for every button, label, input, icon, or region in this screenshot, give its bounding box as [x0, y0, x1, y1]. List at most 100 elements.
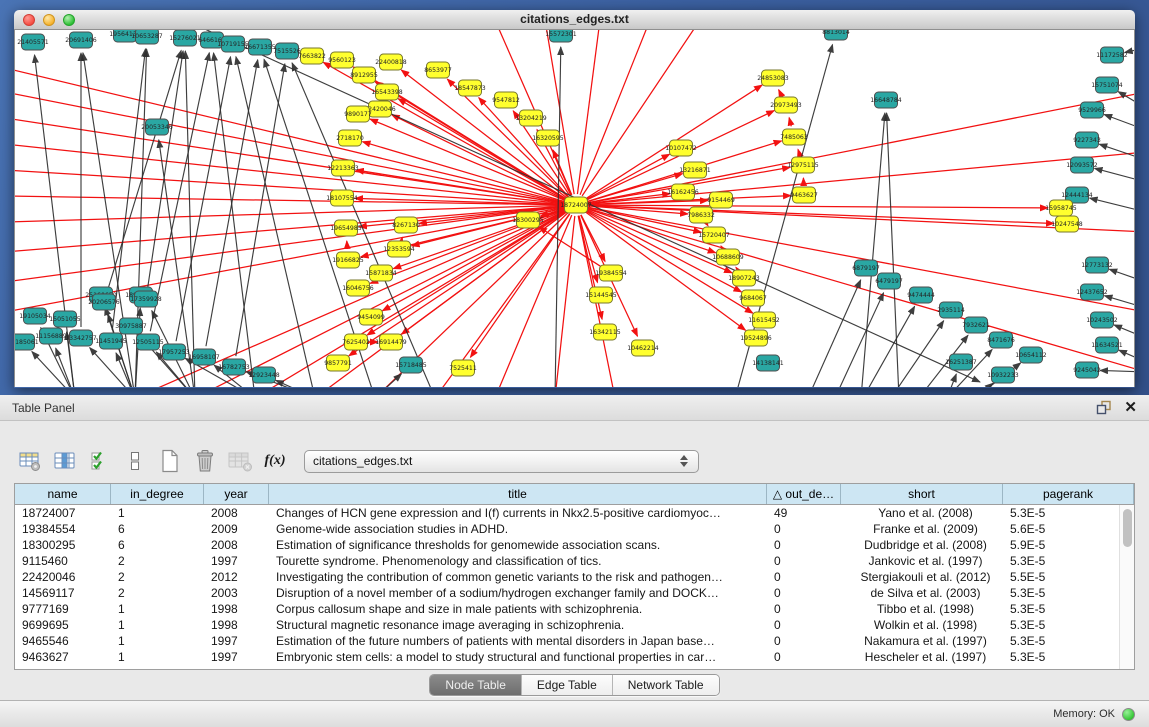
table-source-select[interactable]: citations_edges.txt: [304, 450, 699, 473]
graph-node[interactable]: 30975887: [115, 318, 147, 334]
graph-node[interactable]: 17957253: [158, 344, 190, 360]
table-cell-name[interactable]: 9465546: [15, 633, 111, 649]
graph-node[interactable]: 8813014: [822, 30, 850, 40]
table-cell-year[interactable]: 1997: [204, 553, 269, 569]
graph-node[interactable]: 7515526: [273, 43, 301, 59]
graph-node[interactable]: 12093572: [1066, 157, 1098, 173]
graph-node[interactable]: 10247548: [1051, 216, 1083, 232]
graph-node[interactable]: 9560123: [328, 52, 356, 68]
table-cell-out_degree[interactable]: 0: [767, 585, 841, 601]
table-cell-pagerank[interactable]: 5.3E-5: [1003, 601, 1119, 617]
graph-node[interactable]: 25185061: [15, 334, 39, 350]
table-cell-in_degree[interactable]: 1: [111, 617, 204, 633]
graph-node[interactable]: 15276021: [169, 30, 201, 46]
window-titlebar[interactable]: citations_edges.txt: [14, 10, 1135, 30]
table-cell-name[interactable]: 18300295: [15, 537, 111, 553]
table-cell-name[interactable]: 22420046: [15, 569, 111, 585]
graph-node[interactable]: 2935114: [937, 302, 965, 318]
graph-node[interactable]: 20053346: [141, 119, 173, 135]
table-cell-pagerank[interactable]: 5.3E-5: [1003, 585, 1119, 601]
column-select-checks-icon[interactable]: [86, 446, 114, 476]
table-cell-name[interactable]: 18724007: [15, 505, 111, 521]
table-cell-year[interactable]: 1998: [204, 617, 269, 633]
graph-node[interactable]: 9154469: [707, 192, 735, 208]
graph-node[interactable]: 10243502: [1086, 312, 1118, 328]
table-options-icon[interactable]: [16, 446, 44, 476]
graph-node[interactable]: 11615452: [748, 312, 780, 328]
table-row[interactable]: 1938455462009Genome-wide association stu…: [15, 521, 1119, 537]
table-cell-out_degree[interactable]: 0: [767, 649, 841, 665]
table-row[interactable]: 969969511998Structural magnetic resonanc…: [15, 617, 1119, 633]
table-cell-out_degree[interactable]: 0: [767, 633, 841, 649]
table-cell-title[interactable]: Embryonic stem cells: a model to study s…: [269, 649, 767, 665]
graph-node[interactable]: 20691406: [65, 32, 97, 48]
table-row[interactable]: 946362711997Embryonic stem cells: a mode…: [15, 649, 1119, 665]
column-header-out_degree[interactable]: △ out_de…: [767, 484, 841, 504]
window-zoom-button[interactable]: [63, 14, 75, 26]
table-cell-name[interactable]: 9699695: [15, 617, 111, 633]
graph-node[interactable]: 9463627: [790, 187, 818, 203]
table-cell-out_degree[interactable]: 49: [767, 505, 841, 521]
table-cell-title[interactable]: Estimation of the future numbers of pati…: [269, 633, 767, 649]
graph-node[interactable]: 16782753: [218, 359, 250, 375]
table-cell-out_degree[interactable]: 0: [767, 553, 841, 569]
table-row[interactable]: 1872400712008Changes of HCN gene express…: [15, 505, 1119, 521]
table-cell-title[interactable]: Estimation of significance thresholds fo…: [269, 537, 767, 553]
graph-node[interactable]: 15718485: [395, 357, 427, 373]
column-header-name[interactable]: name: [15, 484, 111, 504]
graph-node[interactable]: 16648784: [870, 92, 902, 108]
graph-node[interactable]: 15958745: [1045, 200, 1077, 216]
table-cell-title[interactable]: Structural magnetic resonance image aver…: [269, 617, 767, 633]
graph-node[interactable]: 12505115: [132, 334, 164, 350]
table-cell-year[interactable]: 2008: [204, 537, 269, 553]
table-cell-year[interactable]: 2009: [204, 521, 269, 537]
graph-node[interactable]: 10462214: [627, 340, 659, 356]
graph-node[interactable]: 15720407: [698, 227, 730, 243]
network-window[interactable]: citations_edges.txt 21405571206914061956…: [14, 10, 1135, 388]
row-mode-icon[interactable]: [121, 446, 149, 476]
graph-node[interactable]: 9245042: [1073, 362, 1101, 378]
graph-node[interactable]: 19166825: [332, 252, 364, 268]
graph-node[interactable]: 19384554: [595, 265, 627, 281]
graph-node[interactable]: 11172582: [1096, 47, 1128, 63]
close-panel-icon[interactable]: ✕: [1124, 400, 1137, 415]
table-cell-pagerank[interactable]: 5.3E-5: [1003, 633, 1119, 649]
graph-node[interactable]: 12923448: [248, 367, 280, 383]
table-cell-pagerank[interactable]: 5.3E-5: [1003, 505, 1119, 521]
graph-node[interactable]: 10654112: [1015, 347, 1047, 363]
graph-node[interactable]: 11451945: [95, 333, 127, 349]
table-cell-year[interactable]: 1997: [204, 633, 269, 649]
graph-node[interactable]: 15751074: [1091, 77, 1123, 93]
table-cell-name[interactable]: 19384554: [15, 521, 111, 537]
table-cell-pagerank[interactable]: 5.9E-5: [1003, 537, 1119, 553]
graph-node[interactable]: 22400818: [375, 54, 407, 70]
table-cell-name[interactable]: 9115460: [15, 553, 111, 569]
table-cell-short[interactable]: Tibbo et al. (1998): [841, 601, 1003, 617]
graph-node[interactable]: 12773132: [1081, 257, 1113, 273]
table-row[interactable]: 911546021997Tourette syndrome. Phenomeno…: [15, 553, 1119, 569]
graph-node[interactable]: 15051055: [49, 311, 81, 327]
table-cell-title[interactable]: Changes of HCN gene expression and I(f) …: [269, 505, 767, 521]
column-header-in_degree[interactable]: in_degree: [111, 484, 204, 504]
graph-node[interactable]: 20973493: [770, 97, 802, 113]
table-cell-short[interactable]: Dudbridge et al. (2008): [841, 537, 1003, 553]
tab-edge-table[interactable]: Edge Table: [522, 675, 613, 695]
graph-node[interactable]: 12975115: [787, 157, 819, 173]
table-cell-in_degree[interactable]: 1: [111, 633, 204, 649]
graph-node[interactable]: 16162456: [667, 184, 699, 200]
table-cell-short[interactable]: Hescheler et al. (1997): [841, 649, 1003, 665]
graph-node[interactable]: 16671355: [244, 39, 276, 55]
table-cell-name[interactable]: 9777169: [15, 601, 111, 617]
table-cell-in_degree[interactable]: 1: [111, 505, 204, 521]
table-cell-in_degree[interactable]: 2: [111, 569, 204, 585]
window-close-button[interactable]: [23, 14, 35, 26]
table-scrollbar-thumb[interactable]: [1123, 509, 1132, 547]
window-minimize-button[interactable]: [43, 14, 55, 26]
table-cell-short[interactable]: Franke et al. (2009): [841, 521, 1003, 537]
column-header-title[interactable]: title: [269, 484, 767, 504]
table-cell-out_degree[interactable]: 0: [767, 569, 841, 585]
graph-node[interactable]: 14138141: [752, 355, 784, 371]
table-cell-pagerank[interactable]: 5.3E-5: [1003, 617, 1119, 633]
delete-table-icon[interactable]: [226, 446, 254, 476]
graph-node[interactable]: 8267130: [392, 217, 420, 233]
